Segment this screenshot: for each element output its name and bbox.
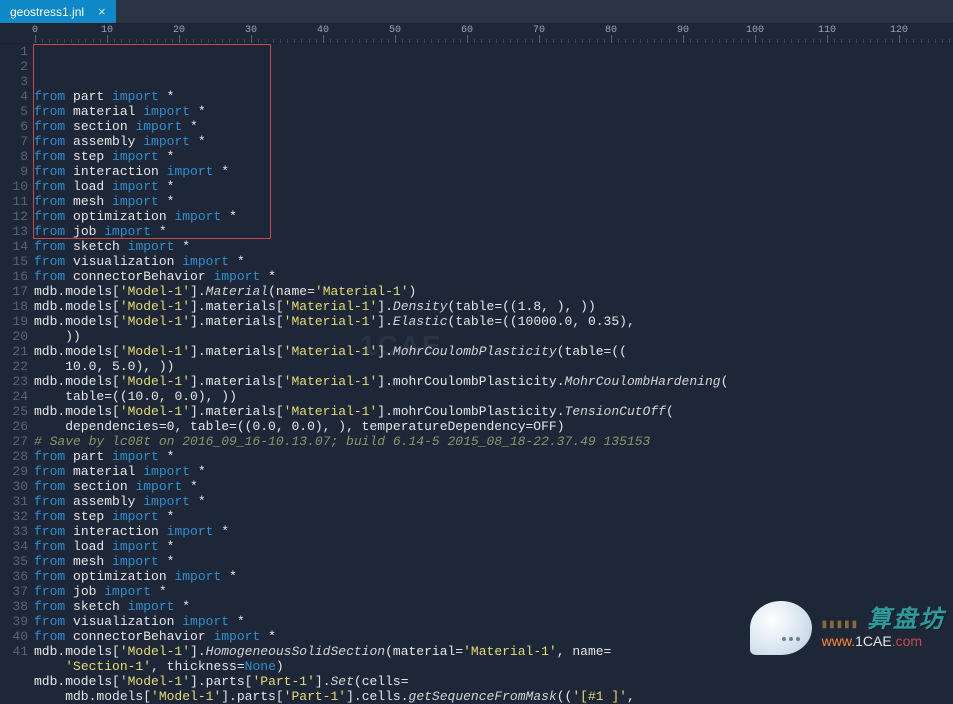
line-number: 33	[0, 524, 28, 539]
line-number: 34	[0, 539, 28, 554]
code-line[interactable]: mdb.models['Model-1'].Material(name='Mat…	[34, 284, 953, 299]
line-number: 40	[0, 629, 28, 644]
code-line[interactable]: mdb.models['Model-1'].HomogeneousSolidSe…	[34, 644, 953, 659]
line-number: 8	[0, 149, 28, 164]
line-number-gutter: 1234567891011121314151617181920212223242…	[0, 44, 34, 661]
code-line[interactable]: from visualization import *	[34, 614, 953, 629]
code-line[interactable]: from material import *	[34, 464, 953, 479]
code-line[interactable]: mdb.models['Model-1'].materials['Materia…	[34, 404, 953, 419]
line-number: 3	[0, 74, 28, 89]
code-line[interactable]: from connectorBehavior import *	[34, 269, 953, 284]
line-number: 13	[0, 224, 28, 239]
line-number: 10	[0, 179, 28, 194]
line-number: 30	[0, 479, 28, 494]
file-tab[interactable]: geostress1.jnl ×	[0, 0, 116, 23]
column-ruler: 0102030405060708090100110120130	[0, 24, 953, 44]
line-number: 18	[0, 299, 28, 314]
code-line[interactable]: from job import *	[34, 584, 953, 599]
line-number: 14	[0, 239, 28, 254]
close-tab-icon[interactable]: ×	[98, 4, 106, 19]
code-line[interactable]: dependencies=0, table=((0.0, 0.0), ), te…	[34, 419, 953, 434]
code-line[interactable]: from mesh import *	[34, 554, 953, 569]
line-number: 17	[0, 284, 28, 299]
code-line[interactable]: from mesh import *	[34, 194, 953, 209]
line-number: 6	[0, 119, 28, 134]
code-line[interactable]: mdb.models['Model-1'].materials['Materia…	[34, 344, 953, 359]
line-number: 12	[0, 209, 28, 224]
code-line[interactable]: from step import *	[34, 509, 953, 524]
line-number: 37	[0, 584, 28, 599]
code-line[interactable]: from optimization import *	[34, 569, 953, 584]
line-number: 11	[0, 194, 28, 209]
code-line[interactable]: from load import *	[34, 179, 953, 194]
line-number: 28	[0, 449, 28, 464]
line-number: 7	[0, 134, 28, 149]
code-line[interactable]: from part import *	[34, 449, 953, 464]
code-line[interactable]: from interaction import *	[34, 164, 953, 179]
line-number: 23	[0, 374, 28, 389]
tab-bar: geostress1.jnl ×	[0, 0, 953, 24]
line-number: 25	[0, 404, 28, 419]
code-line[interactable]: mdb.models['Model-1'].materials['Materia…	[34, 374, 953, 389]
line-number: 2	[0, 59, 28, 74]
code-line[interactable]: from material import *	[34, 104, 953, 119]
code-line[interactable]: from section import *	[34, 479, 953, 494]
line-number: 36	[0, 569, 28, 584]
line-number: 21	[0, 344, 28, 359]
line-number: 27	[0, 434, 28, 449]
code-line[interactable]: mdb.models['Model-1'].parts['Part-1'].ce…	[34, 689, 953, 704]
code-line[interactable]: 10.0, 5.0), ))	[34, 359, 953, 374]
line-number: 22	[0, 359, 28, 374]
line-number: 26	[0, 419, 28, 434]
code-line[interactable]: from interaction import *	[34, 524, 953, 539]
code-line[interactable]: from step import *	[34, 149, 953, 164]
code-line[interactable]: mdb.models['Model-1'].parts['Part-1'].Se…	[34, 674, 953, 689]
code-line[interactable]: from sketch import *	[34, 599, 953, 614]
code-line[interactable]: # Save by lc08t on 2016_09_16-10.13.07; …	[34, 434, 953, 449]
line-number: 41	[0, 644, 28, 659]
line-number: 9	[0, 164, 28, 179]
line-number: 31	[0, 494, 28, 509]
code-line[interactable]: mdb.models['Model-1'].materials['Materia…	[34, 314, 953, 329]
tab-filename: geostress1.jnl	[10, 5, 84, 19]
code-line[interactable]: from connectorBehavior import *	[34, 629, 953, 644]
code-line[interactable]: 'Section-1', thickness=None)	[34, 659, 953, 674]
line-number: 35	[0, 554, 28, 569]
code-line[interactable]: from visualization import *	[34, 254, 953, 269]
code-line[interactable]: from part import *	[34, 89, 953, 104]
line-number: 19	[0, 314, 28, 329]
code-line[interactable]: from assembly import *	[34, 134, 953, 149]
code-line[interactable]: from optimization import *	[34, 209, 953, 224]
code-line[interactable]: from job import *	[34, 224, 953, 239]
line-number: 5	[0, 104, 28, 119]
code-area[interactable]: from part import *from material import *…	[34, 44, 953, 661]
line-number: 16	[0, 269, 28, 284]
code-line[interactable]: mdb.models['Model-1'].materials['Materia…	[34, 299, 953, 314]
code-line[interactable]: ))	[34, 329, 953, 344]
line-number: 1	[0, 44, 28, 59]
line-number: 39	[0, 614, 28, 629]
code-line[interactable]: from load import *	[34, 539, 953, 554]
line-number: 4	[0, 89, 28, 104]
code-editor[interactable]: 1234567891011121314151617181920212223242…	[0, 44, 953, 661]
code-line[interactable]: from assembly import *	[34, 494, 953, 509]
code-line[interactable]: from sketch import *	[34, 239, 953, 254]
line-number: 29	[0, 464, 28, 479]
line-number: 38	[0, 599, 28, 614]
code-line[interactable]: from section import *	[34, 119, 953, 134]
line-number: 32	[0, 509, 28, 524]
code-line[interactable]: table=((10.0, 0.0), ))	[34, 389, 953, 404]
line-number: 15	[0, 254, 28, 269]
line-number: 20	[0, 329, 28, 344]
line-number: 24	[0, 389, 28, 404]
